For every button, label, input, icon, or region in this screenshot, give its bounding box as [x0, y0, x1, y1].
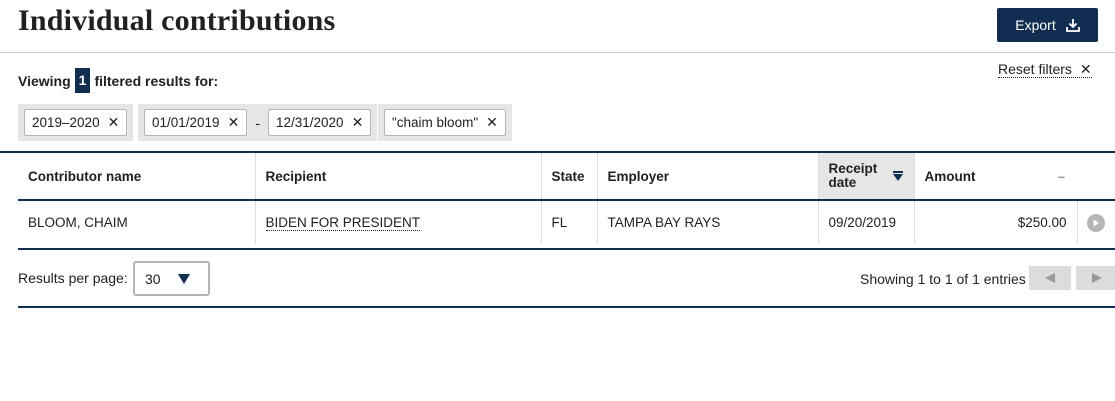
column-header-employer[interactable]: Employer [597, 153, 819, 200]
close-icon: ✕ [1079, 61, 1092, 77]
name-filter-value: "chaim bloom" [392, 115, 479, 130]
export-label: Export [1015, 17, 1056, 33]
results-table: Contributor name Recipient State Employe… [18, 153, 1115, 244]
header-divider [0, 52, 1115, 53]
showing-entries-text: Showing 1 to 1 of 1 entries [860, 271, 1026, 287]
amount-cell: $250.00 [914, 200, 1078, 244]
date-range-separator: - [255, 114, 260, 131]
table-row[interactable]: BLOOM, CHAIM BIDEN FOR PRESIDENT FL TAMP… [18, 200, 1115, 244]
page-title: Individual contributions [18, 4, 336, 37]
triangle-right-icon [1092, 273, 1102, 283]
collapse-icon[interactable]: – [1057, 169, 1065, 184]
cycle-filter-value: 2019–2020 [32, 115, 100, 130]
name-filter-group: "chaim bloom" ✕ [378, 104, 512, 141]
contributor-cell: BLOOM, CHAIM [18, 200, 256, 244]
date-from-value: 01/01/2019 [152, 115, 220, 130]
close-icon[interactable]: ✕ [486, 114, 498, 131]
column-header-contributor[interactable]: Contributor name [18, 153, 256, 200]
receipt-date-cell: 09/20/2019 [818, 200, 915, 244]
state-cell: FL [541, 200, 598, 244]
play-icon [1093, 219, 1100, 226]
column-header-amount[interactable]: Amount – [914, 153, 1115, 200]
employer-cell: TAMPA BAY RAYS [597, 200, 819, 244]
reset-filters-label: Reset filters [998, 61, 1072, 77]
sort-descending-icon [892, 171, 903, 181]
row-details-cell [1077, 200, 1115, 244]
amount-label: Amount [924, 168, 976, 184]
results-count-badge: 1 [74, 68, 91, 93]
date-filter-group: 01/01/2019 ✕ - 12/31/2020 ✕ [138, 104, 378, 141]
triangle-left-icon [1045, 273, 1055, 283]
per-page-value: 30 [145, 270, 161, 287]
next-page-button[interactable] [1076, 266, 1115, 290]
name-filter-tag: "chaim bloom" ✕ [384, 109, 506, 136]
expand-row-button[interactable] [1087, 213, 1106, 232]
per-page-select[interactable]: 30 [133, 261, 210, 296]
pagination-bottom-border [18, 306, 1115, 308]
chevron-down-icon [178, 273, 190, 284]
reset-filters-link[interactable]: Reset filters ✕ [998, 62, 1092, 78]
close-icon[interactable]: ✕ [352, 114, 364, 131]
download-icon [1065, 19, 1080, 32]
date-from-filter-tag: 01/01/2019 ✕ [144, 109, 248, 136]
table-bottom-border [18, 248, 1115, 250]
table-header-row: Contributor name Recipient State Employe… [18, 153, 1115, 200]
column-header-receipt-date[interactable]: Receipt date [818, 153, 915, 200]
cycle-filter-group: 2019–2020 ✕ [18, 104, 134, 141]
close-icon[interactable]: ✕ [108, 114, 120, 131]
date-to-filter-tag: 12/31/2020 ✕ [267, 109, 372, 136]
export-button[interactable]: Export [997, 8, 1098, 42]
receipt-date-label: Receipt date [828, 161, 878, 190]
filter-summary: Viewing 1 filtered results for: [18, 68, 218, 93]
viewing-suffix: filtered results for: [94, 72, 219, 89]
cycle-filter-tag: 2019–2020 ✕ [24, 109, 128, 136]
close-icon[interactable]: ✕ [228, 114, 240, 131]
column-header-recipient[interactable]: Recipient [255, 153, 542, 200]
date-to-value: 12/31/2020 [275, 115, 344, 130]
recipient-cell: BIDEN FOR PRESIDENT [255, 200, 542, 244]
recipient-link[interactable]: BIDEN FOR PRESIDENT [265, 215, 421, 231]
viewing-prefix: Viewing [18, 72, 71, 89]
previous-page-button[interactable] [1029, 266, 1071, 290]
per-page-label: Results per page: [18, 270, 128, 286]
column-header-state[interactable]: State [541, 153, 598, 200]
